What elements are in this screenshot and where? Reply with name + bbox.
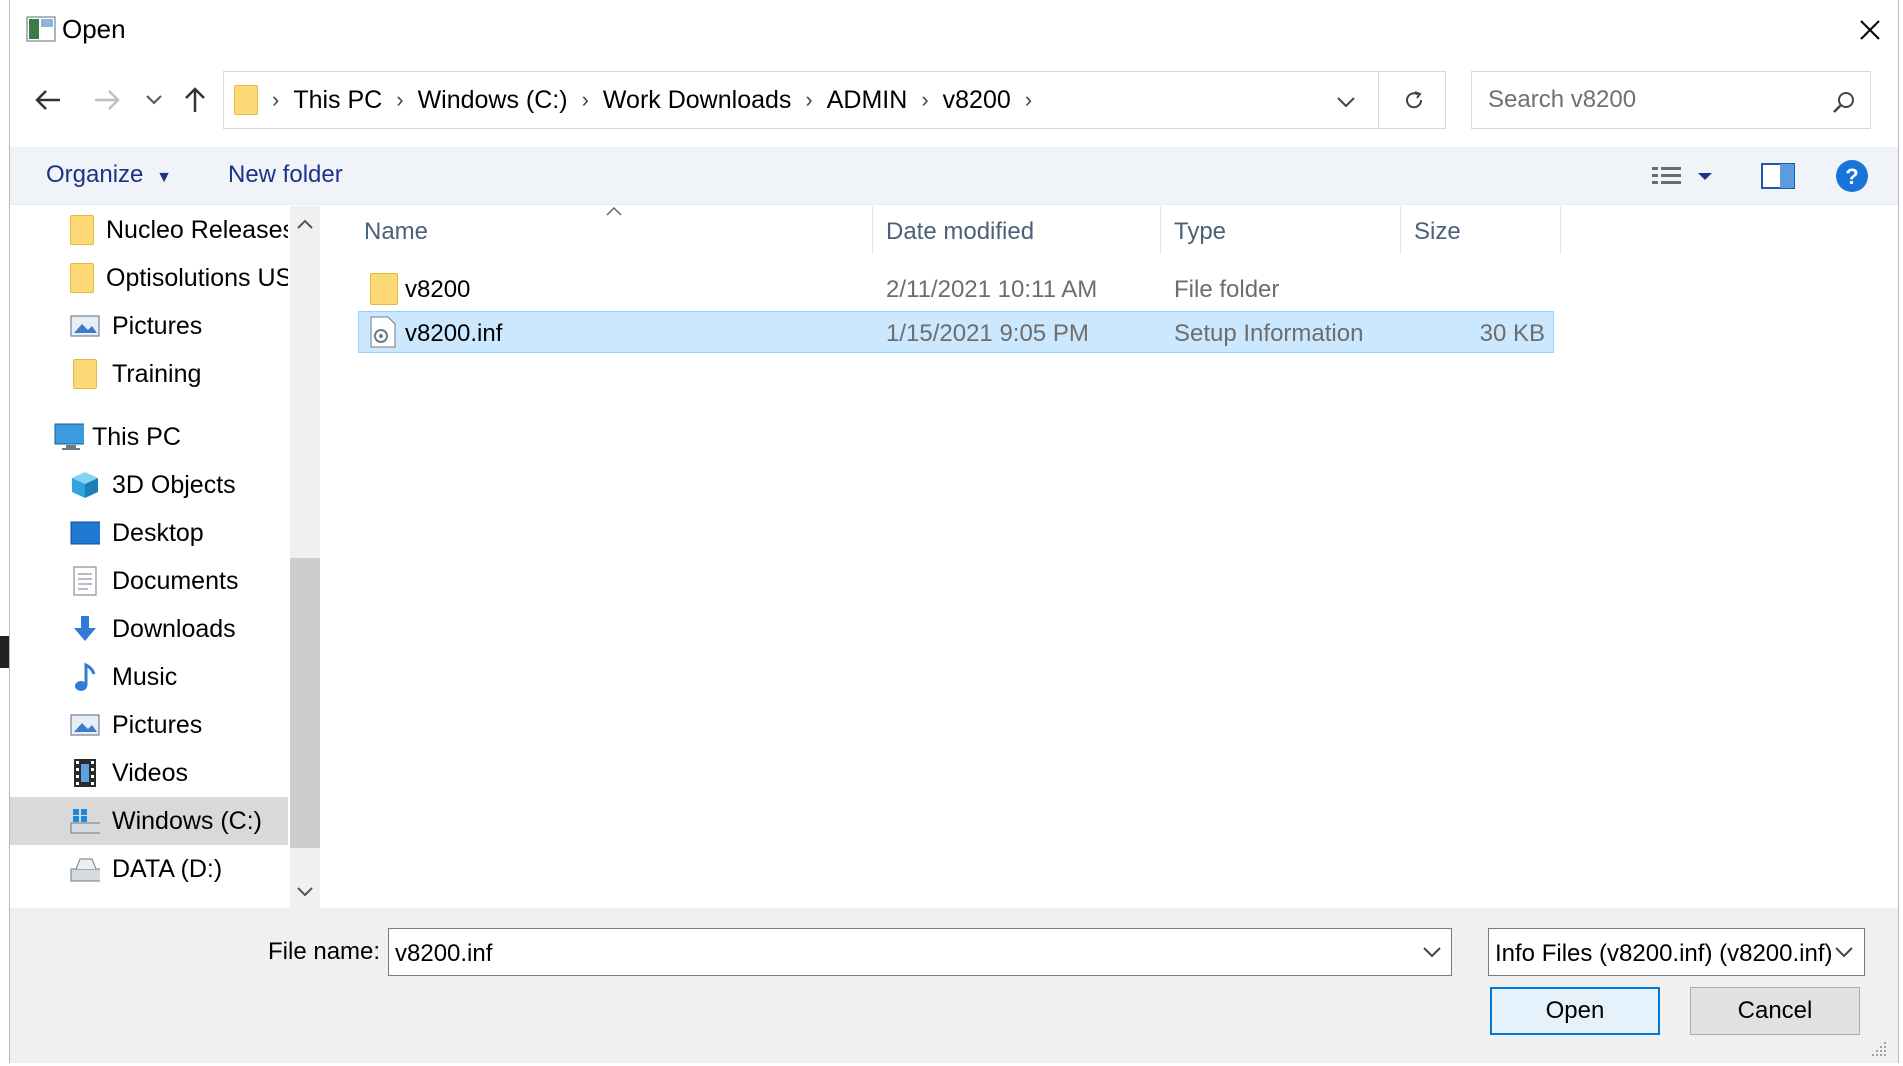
column-header-size[interactable]: Size xyxy=(1414,218,1461,246)
up-button[interactable] xyxy=(175,78,215,122)
background-window-edge xyxy=(0,636,9,668)
column-header-type[interactable]: Type xyxy=(1174,218,1226,246)
breadcrumb-windows-c[interactable]: Windows (C:) › xyxy=(418,86,589,115)
nav-item-this-pc[interactable]: This PC xyxy=(54,413,288,461)
address-divider xyxy=(1378,72,1379,128)
folder-icon xyxy=(70,263,94,293)
chevron-down-icon[interactable] xyxy=(1423,947,1441,959)
folder-icon xyxy=(70,215,94,245)
nav-item-data-d[interactable]: DATA (D:) xyxy=(70,845,288,893)
sort-arrow-icon xyxy=(604,204,624,218)
documents-icon xyxy=(70,566,100,596)
open-button[interactable]: Open xyxy=(1490,987,1660,1035)
nav-item-nucleo-releases[interactable]: Nucleo Releases xyxy=(70,206,288,254)
search-box[interactable]: Search v8200 xyxy=(1471,71,1871,129)
organize-button[interactable]: Organize ▼ xyxy=(46,161,172,189)
search-placeholder: Search v8200 xyxy=(1488,86,1637,113)
videos-icon xyxy=(70,758,100,788)
arrow-left-icon xyxy=(35,90,60,110)
nav-item-music[interactable]: Music xyxy=(70,653,288,701)
window-title: Open xyxy=(62,14,126,44)
column-header-name[interactable]: Name xyxy=(364,218,428,246)
nav-item-downloads[interactable]: Downloads xyxy=(70,605,288,653)
chevron-down-icon xyxy=(1337,97,1355,107)
folder-icon xyxy=(70,359,100,389)
breadcrumb-separator: › xyxy=(272,87,280,112)
nav-scrollbar-thumb[interactable] xyxy=(290,558,320,848)
view-options-button[interactable] xyxy=(1650,163,1720,191)
breadcrumb-admin[interactable]: ADMIN › xyxy=(827,86,929,115)
column-separator xyxy=(1400,206,1401,254)
pictures-icon xyxy=(70,710,100,740)
file-type: Setup Information xyxy=(1174,320,1364,347)
nav-item-documents[interactable]: Documents xyxy=(70,557,288,605)
music-icon xyxy=(70,662,100,692)
nav-item-3d-objects[interactable]: 3D Objects xyxy=(70,461,288,509)
file-size: 30 KB xyxy=(1479,320,1545,347)
drive-icon xyxy=(70,854,100,884)
nav-item-pictures-quick[interactable]: Pictures xyxy=(70,302,288,350)
nav-item-training[interactable]: Training xyxy=(70,350,288,398)
preview-pane-icon xyxy=(1761,163,1795,189)
help-button[interactable]: ? xyxy=(1835,159,1869,193)
breadcrumb-work-downloads[interactable]: Work Downloads › xyxy=(603,86,813,115)
svg-text:?: ? xyxy=(1845,164,1858,189)
file-name-label: File name: xyxy=(268,938,381,965)
column-separator xyxy=(1560,206,1561,254)
nav-item-desktop[interactable]: Desktop xyxy=(70,509,288,557)
resize-grip-icon[interactable] xyxy=(1870,1040,1888,1058)
refresh-button[interactable] xyxy=(1392,80,1436,120)
cancel-button[interactable]: Cancel xyxy=(1690,987,1860,1035)
chevron-down-icon xyxy=(1835,947,1853,958)
column-separator xyxy=(1160,206,1161,254)
breadcrumb-v8200[interactable]: v8200 › xyxy=(943,86,1032,115)
refresh-icon xyxy=(1406,91,1423,109)
download-icon xyxy=(70,614,100,644)
back-button[interactable] xyxy=(28,78,68,122)
table-row-selected[interactable]: v8200.inf 1/15/2021 9:05 PM Setup Inform… xyxy=(358,311,1554,353)
command-bar: Organize ▼ New folder ? xyxy=(10,147,1898,205)
preview-pane-button[interactable] xyxy=(1760,161,1796,191)
folder-icon xyxy=(234,85,258,115)
scroll-up-icon[interactable] xyxy=(294,214,316,236)
nav-item-videos[interactable]: Videos xyxy=(70,749,288,797)
file-name: v8200 xyxy=(405,276,471,303)
nav-item-optisolutions[interactable]: Optisolutions US xyxy=(70,254,288,302)
file-date: 1/15/2021 9:05 PM xyxy=(886,320,1089,347)
column-header-date[interactable]: Date modified xyxy=(886,218,1034,246)
pictures-icon xyxy=(70,311,100,341)
desktop-icon xyxy=(70,518,100,548)
file-name: v8200.inf xyxy=(405,320,503,347)
address-dropdown-button[interactable] xyxy=(1322,84,1370,120)
drive-icon xyxy=(70,806,100,836)
folder-icon xyxy=(370,273,398,305)
table-row[interactable]: v8200 2/11/2021 10:11 AM File folder xyxy=(358,268,1554,310)
cube-icon xyxy=(70,470,100,500)
help-icon: ? xyxy=(1836,160,1868,192)
settings-file-icon xyxy=(369,316,397,355)
file-date: 2/11/2021 10:11 AM xyxy=(886,276,1098,303)
new-folder-button[interactable]: New folder xyxy=(228,161,343,189)
computer-icon xyxy=(54,422,84,452)
breadcrumb-this-pc[interactable]: This PC › xyxy=(293,86,403,115)
recent-locations-button[interactable] xyxy=(136,78,172,122)
file-type-select[interactable]: Info Files (v8200.inf) (v8200.inf) xyxy=(1488,928,1865,976)
details-view-icon xyxy=(1652,167,1712,184)
file-type: File folder xyxy=(1174,276,1280,303)
address-bar[interactable]: › This PC › Windows (C:) › Work Downloads ›… xyxy=(223,71,1446,129)
arrow-right-icon xyxy=(95,90,120,110)
app-icon xyxy=(26,16,56,42)
close-icon[interactable] xyxy=(1852,12,1888,48)
caret-down-icon: ▼ xyxy=(156,169,172,186)
scroll-down-icon[interactable] xyxy=(294,880,316,902)
nav-item-windows-c[interactable]: Windows (C:) xyxy=(70,797,288,845)
forward-button[interactable] xyxy=(87,78,127,122)
search-icon xyxy=(1833,92,1854,113)
column-separator xyxy=(872,206,873,254)
arrow-up-icon xyxy=(185,87,205,112)
nav-item-pictures[interactable]: Pictures xyxy=(70,701,288,749)
chevron-down-icon xyxy=(146,95,162,105)
file-name-input[interactable]: v8200.inf xyxy=(388,928,1452,976)
